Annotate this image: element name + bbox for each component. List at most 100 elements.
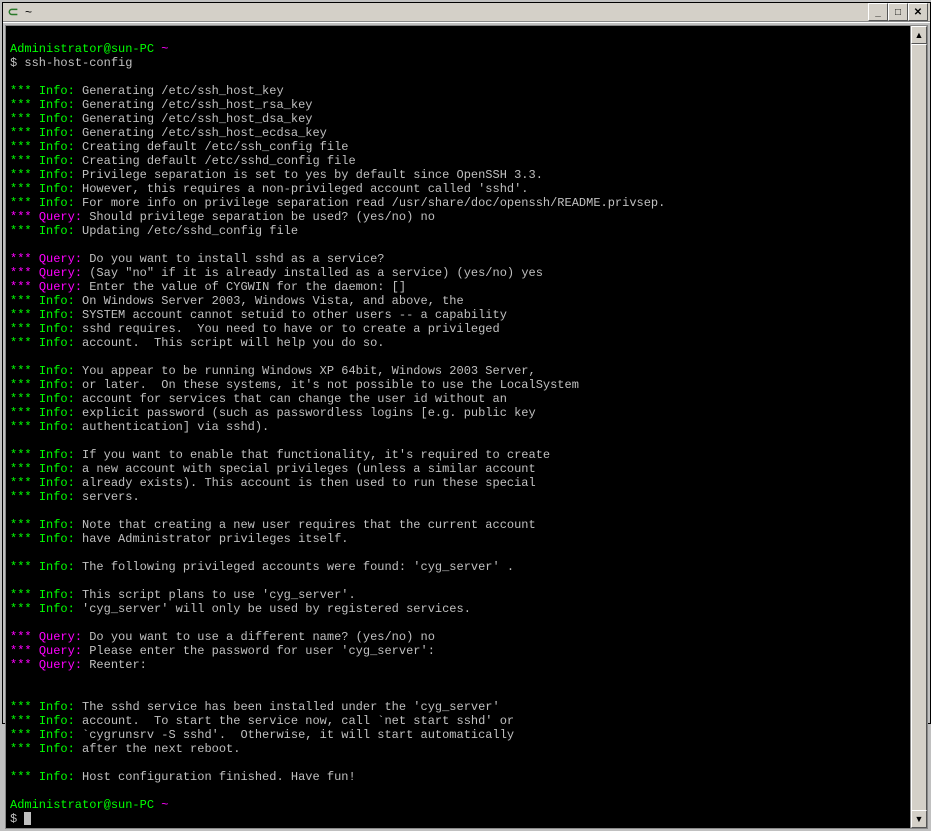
prompt-path: ~ [161,798,168,812]
info-prefix: *** [10,126,32,140]
query-text: Do you want to install sshd as a service… [89,252,384,266]
info-text: sshd requires. You need to have or to cr… [82,322,500,336]
info-text: authentication] via sshd). [82,420,269,434]
info-label: Info: [39,308,75,322]
info-label: Info: [39,322,75,336]
info-label: Info: [39,476,75,490]
info-prefix: *** [10,182,32,196]
info-prefix: *** [10,406,32,420]
info-prefix: *** [10,476,32,490]
info-prefix: *** [10,336,32,350]
info-text: servers. [82,490,140,504]
prompt-symbol: $ [10,56,17,70]
query-prefix: *** [10,644,32,658]
info-prefix: *** [10,602,32,616]
info-text: 'cyg_server' will only be used by regist… [82,602,471,616]
info-label: Info: [39,406,75,420]
info-text: Generating /etc/ssh_host_ecdsa_key [82,126,327,140]
cursor [24,812,31,825]
info-prefix: *** [10,420,32,434]
close-button[interactable]: ✕ [908,3,928,21]
info-label: Info: [39,490,75,504]
info-prefix: *** [10,532,32,546]
prompt-path: ~ [161,42,168,56]
titlebar[interactable]: ⊂ ~ _ □ ✕ [3,3,930,22]
cygwin-icon: ⊂ [5,4,21,20]
info-prefix: *** [10,588,32,602]
info-prefix: *** [10,728,32,742]
info-label: Info: [39,364,75,378]
info-prefix: *** [10,462,32,476]
info-prefix: *** [10,168,32,182]
info-label: Info: [39,560,75,574]
terminal-window: ⊂ ~ _ □ ✕ Administrator@sun-PC ~ $ ssh-h… [2,2,931,724]
scrollbar[interactable]: ▲ ▼ [910,25,928,829]
info-text: Generating /etc/ssh_host_rsa_key [82,98,312,112]
info-label: Info: [39,742,75,756]
info-prefix: *** [10,448,32,462]
info-prefix: *** [10,98,32,112]
info-prefix: *** [10,490,32,504]
info-prefix: *** [10,294,32,308]
info-label: Info: [39,182,75,196]
info-text: account for services that can change the… [82,392,507,406]
blank-line [10,28,17,42]
info-text: If you want to enable that functionality… [82,448,550,462]
info-label: Info: [39,126,75,140]
info-text: Privilege separation is set to yes by de… [82,168,543,182]
info-text: This script plans to use 'cyg_server'. [82,588,356,602]
info-prefix: *** [10,700,32,714]
info-label: Info: [39,770,75,784]
info-text: `cygrunsrv -S sshd'. Otherwise, it will … [82,728,514,742]
info-label: Info: [39,518,75,532]
info-text: already exists). This account is then us… [82,476,536,490]
terminal-output[interactable]: Administrator@sun-PC ~ $ ssh-host-config… [5,25,910,829]
info-label: Info: [39,588,75,602]
info-prefix: *** [10,308,32,322]
info-label: Info: [39,196,75,210]
query-text: Please enter the password for user 'cyg_… [89,644,435,658]
user-answer: no [421,630,435,644]
query-prefix: *** [10,252,32,266]
info-label: Info: [39,168,75,182]
info-label: Info: [39,462,75,476]
info-text: You appear to be running Windows XP 64bi… [82,364,536,378]
query-prefix: *** [10,210,32,224]
info-label: Info: [39,448,75,462]
info-label: Info: [39,378,75,392]
info-text: Creating default /etc/ssh_config file [82,140,348,154]
scroll-track[interactable] [911,44,927,810]
query-prefix: *** [10,630,32,644]
info-label: Info: [39,700,75,714]
info-prefix: *** [10,322,32,336]
info-text: Host configuration finished. Have fun! [82,770,356,784]
query-text: Do you want to use a different name? (ye… [89,630,413,644]
info-label: Info: [39,294,75,308]
query-text: Enter the value of CYGWIN for the daemon… [89,280,406,294]
query-label: Query: [39,658,82,672]
window-title: ~ [25,5,868,19]
query-text: Should privilege separation be used? (ye… [89,210,413,224]
scroll-down-button[interactable]: ▼ [911,810,927,828]
info-text: The following privileged accounts were f… [82,560,514,574]
query-label: Query: [39,644,82,658]
info-label: Info: [39,224,75,238]
command-text: ssh-host-config [24,56,132,70]
info-label: Info: [39,602,75,616]
query-prefix: *** [10,280,32,294]
scroll-thumb[interactable] [911,44,927,812]
info-text: The sshd service has been installed unde… [82,700,500,714]
info-prefix: *** [10,742,32,756]
query-prefix: *** [10,266,32,280]
info-prefix: *** [10,518,32,532]
query-label: Query: [39,280,82,294]
minimize-button[interactable]: _ [868,3,888,21]
maximize-button[interactable]: □ [888,3,908,21]
info-text: account. This script will help you do so… [82,336,384,350]
scroll-up-button[interactable]: ▲ [911,26,927,44]
info-label: Info: [39,532,75,546]
prompt-symbol: $ [10,812,17,826]
info-text: SYSTEM account cannot setuid to other us… [82,308,507,322]
prompt-user: Administrator@sun-PC [10,42,154,56]
info-text: Generating /etc/ssh_host_dsa_key [82,112,312,126]
